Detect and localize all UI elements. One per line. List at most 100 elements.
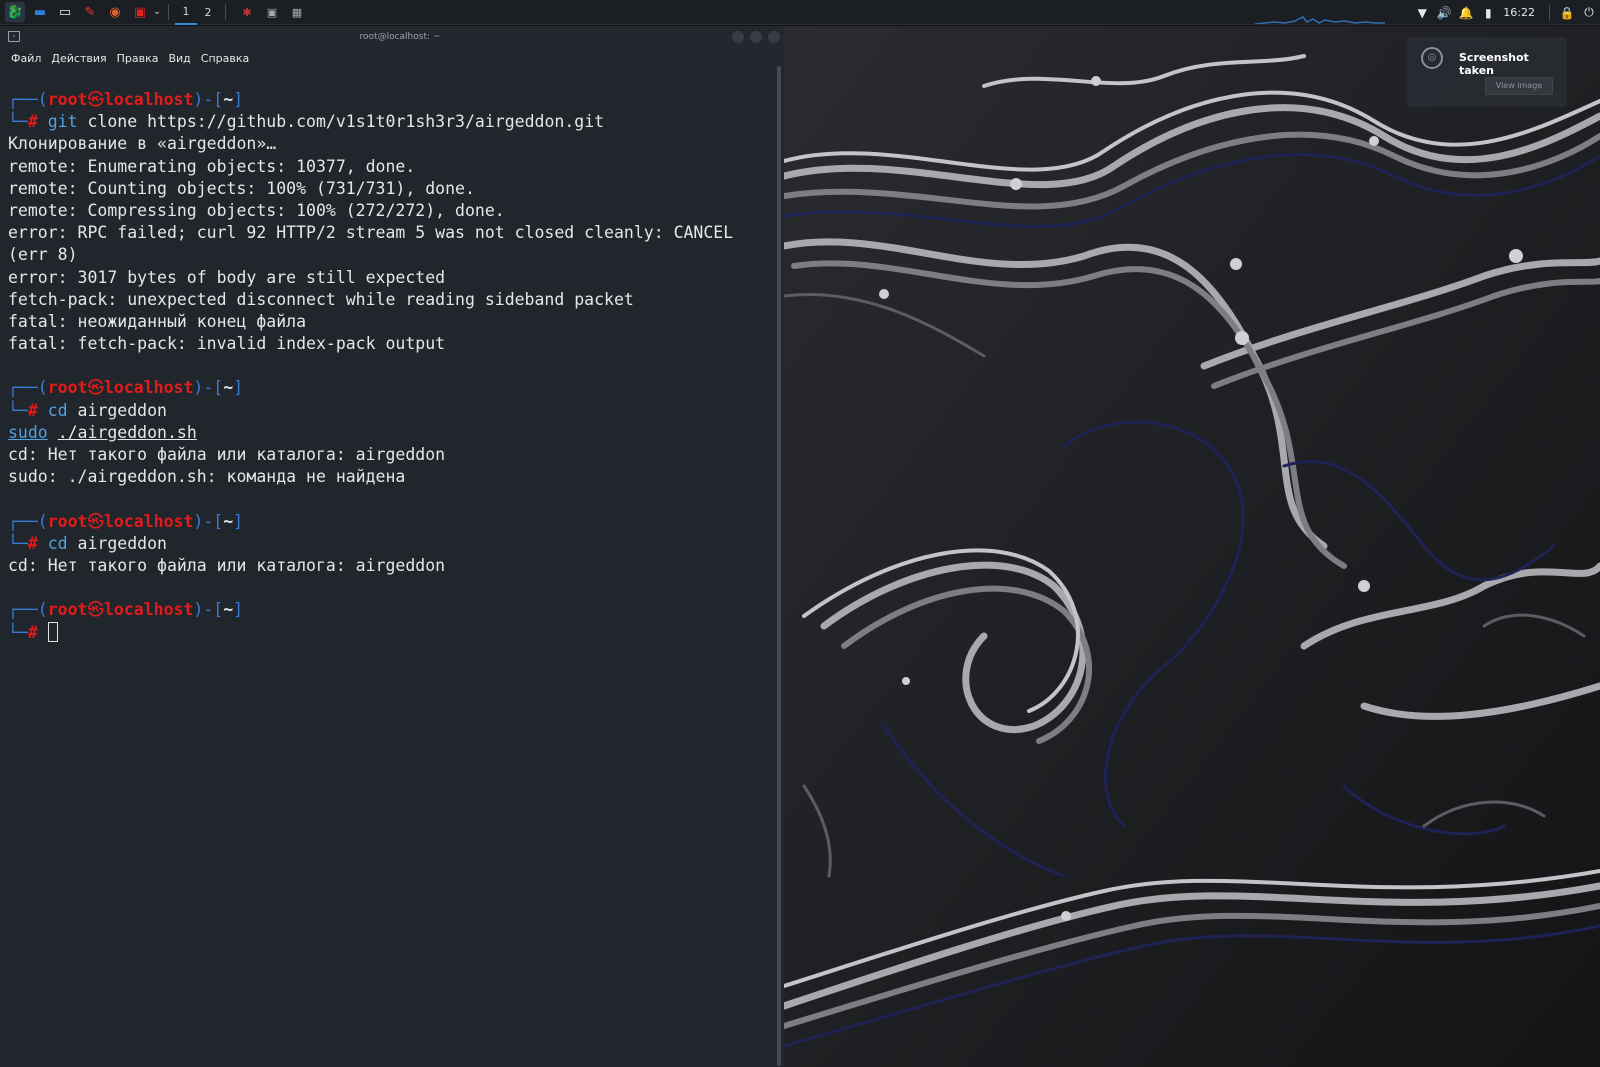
output-line: remote: Enumerating objects: 10377, done… xyxy=(8,156,416,176)
wallpaper-image xyxy=(784,26,1600,1067)
screenshot-notification[interactable]: ◎ Screenshot taken View image xyxy=(1407,37,1567,107)
battery-icon[interactable]: ▮ xyxy=(1477,0,1499,25)
task-icon-terminal[interactable]: ▣ xyxy=(262,2,282,22)
output-line: fetch-pack: unexpected disconnect while … xyxy=(8,289,634,309)
prompt-frame: ] xyxy=(233,90,244,109)
prompt-frame: ] xyxy=(233,600,244,620)
prompt-hash: # xyxy=(27,400,38,420)
minimize-button[interactable] xyxy=(732,31,744,43)
command-line: └─# git clone https://github.com/v1s1t0r… xyxy=(8,111,788,133)
window-titlebar[interactable]: › root@localhost: ~ xyxy=(0,26,800,48)
output-line: cd: Нет такого файла или каталога: airge… xyxy=(8,555,446,575)
prompt-frame: ] xyxy=(233,511,244,531)
prompt-hash: # xyxy=(27,112,38,132)
menu-item-1[interactable]: Действия xyxy=(46,52,111,65)
output-line: Клонирование в «airgeddon»… xyxy=(8,134,277,154)
chevron-down-icon[interactable]: ⌄ xyxy=(152,2,162,22)
menu-bar: Файл Действия Правка Вид Справка xyxy=(0,48,800,68)
task-icon-app[interactable]: ✱ xyxy=(237,2,257,22)
menu-item-3[interactable]: Вид xyxy=(163,52,195,65)
prompt-line: ┌──(root㉿localhost)-[~] xyxy=(8,377,788,399)
prompt-host: localhost xyxy=(104,378,194,398)
command-args: clone https://github.com/v1s1t0r1sh3r3/a… xyxy=(77,112,605,132)
prompt-skull-icon: ㉿ xyxy=(87,90,105,109)
workspace-1[interactable]: 1 xyxy=(175,0,197,25)
command-line: └─# cd airgeddon xyxy=(8,533,788,555)
prompt-user: root xyxy=(47,378,88,398)
text-editor-icon[interactable]: ✎ xyxy=(80,2,100,22)
prompt-host: localhost xyxy=(104,511,194,531)
menu-item-0[interactable]: Файл xyxy=(6,52,46,65)
view-image-button[interactable]: View image xyxy=(1485,77,1553,95)
terminal-scrollbar[interactable] xyxy=(777,66,781,1066)
panel-separator xyxy=(1549,4,1550,21)
terminal-window-icon: › xyxy=(8,31,20,42)
network-monitor-graph xyxy=(1255,16,1385,24)
prompt-user: root xyxy=(47,600,88,620)
prompt-user: root xyxy=(47,511,88,531)
terminal-launcher-icon[interactable]: ▣ xyxy=(130,2,150,22)
window-title: root@localhost: ~ xyxy=(359,32,441,42)
prompt-frame: └─ xyxy=(8,400,28,420)
panel-separator xyxy=(168,4,169,20)
file-manager-icon[interactable]: ▭ xyxy=(55,2,75,22)
workspace-2[interactable]: 2 xyxy=(197,0,219,25)
prompt-frame: ┌──( xyxy=(8,90,48,109)
prompt-frame: ┌──( xyxy=(8,378,48,398)
prompt-frame: ┌──( xyxy=(8,511,48,531)
output-line: cd: Нет такого файла или каталога: airge… xyxy=(8,445,446,464)
launcher-group: 🐉 ▬ ▭ ✎ ◉ ▣ ⌄ xyxy=(0,2,162,22)
output-line: fatal: неожиданный конец файла xyxy=(8,311,307,331)
prompt-host: localhost xyxy=(104,90,194,109)
prompt-skull-icon: ㉿ xyxy=(87,600,105,620)
prompt-frame: )-[ xyxy=(193,600,224,620)
output-line: sudo: ./airgeddon.sh: команда не найдена xyxy=(8,467,406,487)
task-icon-window[interactable]: ▦ xyxy=(287,2,307,22)
prompt-host: localhost xyxy=(104,600,194,620)
prompt-frame: ┌──( xyxy=(8,600,48,620)
command-name: cd xyxy=(47,533,68,553)
prompt-hash: # xyxy=(27,622,38,642)
prompt-line: ┌──(root㉿localhost)-[~] xyxy=(8,511,788,533)
prompt-line: ┌──(root㉿localhost)-[~] xyxy=(8,89,788,111)
clock[interactable]: 16:22 xyxy=(1499,6,1543,19)
terminal-output[interactable]: ┌──(root㉿localhost)-[~] └─# git clone htt… xyxy=(8,89,788,644)
prompt-user: root xyxy=(47,90,88,109)
command-line: └─# cd airgeddon xyxy=(8,400,788,422)
desktop-icon[interactable]: ▬ xyxy=(30,2,50,22)
output-line: fatal: fetch-pack: invalid index-pack ou… xyxy=(8,334,446,354)
desktop-wallpaper xyxy=(784,26,1600,1067)
close-button[interactable] xyxy=(768,31,780,43)
power-icon[interactable]: ⏻ xyxy=(1578,0,1600,25)
top-panel: 🐉 ▬ ▭ ✎ ◉ ▣ ⌄ 12 ✱ ▣ ▦ ▼ 🔊 🔔 ▮ 16:22 🔒 ⏻ xyxy=(0,0,1600,25)
command-name: cd xyxy=(47,400,68,420)
output-line: remote: Compressing objects: 100% (272/2… xyxy=(8,200,505,220)
prompt-frame: )-[ xyxy=(193,378,224,398)
camera-icon: ◎ xyxy=(1421,47,1443,69)
prompt-frame: └─ xyxy=(8,622,28,642)
system-tray: ▼ 🔊 🔔 ▮ 16:22 🔒 ⏻ xyxy=(1411,0,1600,25)
output-line: error: 3017 bytes of body are still expe… xyxy=(8,267,446,287)
command-name: git xyxy=(47,112,78,132)
menu-item-4[interactable]: Справка xyxy=(196,52,254,65)
command-continuation: sudo ./airgeddon.sh xyxy=(8,422,788,444)
panel-separator xyxy=(225,4,226,20)
prompt-frame: └─ xyxy=(8,533,28,553)
prompt-dir: ~ xyxy=(223,511,234,531)
maximize-button[interactable] xyxy=(750,31,762,43)
prompt-dir: ~ xyxy=(223,600,234,620)
notifications-icon[interactable]: 🔔 xyxy=(1455,0,1477,25)
lock-icon[interactable]: 🔒 xyxy=(1556,0,1578,25)
command-line: └─# xyxy=(8,621,788,644)
kali-menu-icon[interactable]: 🐉 xyxy=(5,2,25,22)
prompt-frame: └─ xyxy=(8,112,28,132)
prompt-frame: ] xyxy=(233,378,244,398)
prompt-skull-icon: ㉿ xyxy=(87,511,105,531)
volume-icon[interactable]: 🔊 xyxy=(1433,0,1455,25)
menu-item-2[interactable]: Правка xyxy=(112,52,164,65)
firefox-icon[interactable]: ◉ xyxy=(105,2,125,22)
network-icon[interactable]: ▼ xyxy=(1411,0,1433,25)
